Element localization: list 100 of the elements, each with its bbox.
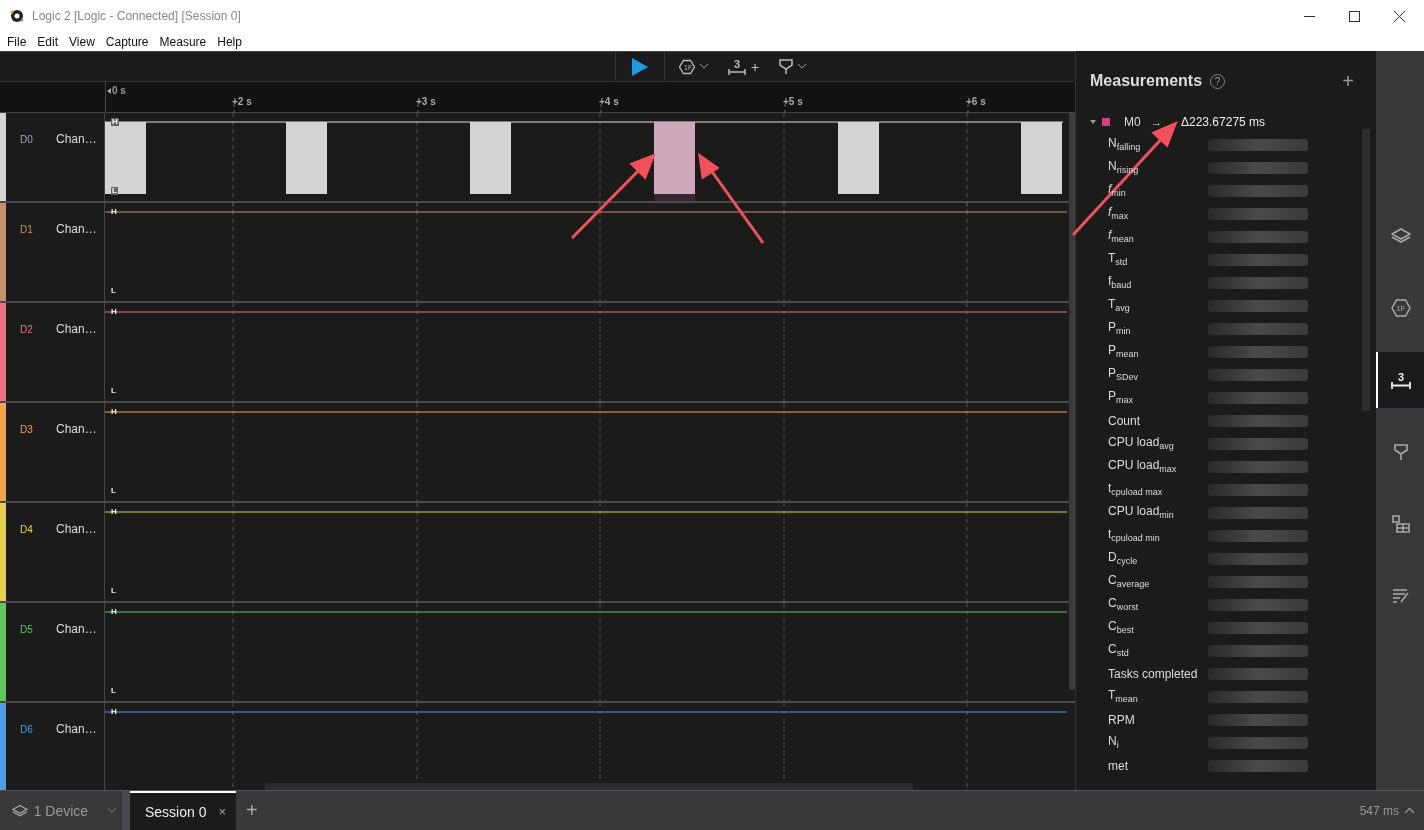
metric-label: f$_{max}$	[1108, 205, 1130, 222]
vertical-scrollbar[interactable]	[1069, 113, 1075, 690]
funnel-icon	[779, 58, 794, 75]
menu-item[interactable]: View	[69, 34, 95, 49]
channel-id: D4	[20, 524, 34, 535]
low-level-marker: L	[111, 687, 116, 695]
channel-name: Chan…	[56, 422, 97, 436]
timing-label: 547 ms	[1359, 803, 1399, 818]
hexagon-icon	[1391, 299, 1411, 317]
metric-label: T$_{mean}$	[1108, 688, 1139, 705]
add-measurement-button[interactable]: +	[1342, 69, 1354, 93]
metric-label: f$_{min}$	[1108, 182, 1127, 199]
measurement-arrow: →	[1151, 116, 1163, 128]
channel-id: D2	[20, 324, 34, 335]
add-session-button[interactable]: +	[246, 799, 258, 822]
app-logo-icon	[10, 9, 24, 23]
metric-label: Count	[1108, 413, 1142, 428]
metric-label: CPU load$_{min}$	[1108, 504, 1175, 521]
metric-label: N$_{falling}$	[1108, 136, 1142, 153]
session-tab[interactable]: Session 0 ×	[130, 791, 237, 830]
metric-label: N$_{i}$	[1108, 734, 1120, 751]
metric-label: f$_{baud}$	[1108, 274, 1133, 291]
funnel-icon	[1394, 443, 1408, 461]
blocks-icon	[1392, 515, 1410, 533]
time-origin-label: 0 s	[107, 85, 126, 96]
channel-id: D1	[20, 224, 34, 235]
time-tick-label: +2 s	[232, 96, 252, 107]
metric-label: D$_{cycle}$	[1108, 550, 1139, 567]
channel-name: Chan…	[56, 522, 97, 536]
channel-name: Chan…	[56, 132, 97, 146]
metric-label: C$_{std}$	[1108, 642, 1130, 659]
time-tick-label: +6 s	[966, 96, 986, 107]
chevron-down-icon	[108, 808, 116, 813]
chevron-down-icon	[700, 64, 708, 69]
low-level-marker: L	[111, 287, 116, 295]
high-level-marker: H	[111, 608, 117, 616]
menu-item[interactable]: Edit	[37, 34, 59, 49]
metric-label: C$_{worst}$	[1108, 596, 1140, 613]
measurement-name: M0	[1124, 115, 1142, 129]
close-icon[interactable]	[1394, 10, 1405, 22]
metric-label: C$_{average}$	[1108, 573, 1151, 590]
metric-label: RPM	[1108, 712, 1136, 727]
chevron-down-icon	[798, 64, 807, 69]
time-tick-label: +3 s	[416, 96, 436, 107]
maximize-icon[interactable]	[1349, 10, 1360, 22]
hexagon-icon	[679, 58, 695, 75]
panel-title: Measurements	[1090, 72, 1203, 90]
channel-name: Chan…	[56, 722, 97, 736]
channel-name: Chan…	[56, 222, 97, 236]
metric-label: t$_{cpuload min}$	[1108, 527, 1161, 544]
high-level-marker: H	[111, 708, 117, 716]
metric-label: t$_{cpuload max}$	[1108, 481, 1164, 498]
layers-icon	[1391, 228, 1411, 244]
low-level-marker: L	[111, 387, 116, 395]
sidebar-tab[interactable]: 1F	[1376, 280, 1424, 336]
layers-icon	[12, 803, 28, 818]
channel-name: Chan…	[56, 322, 97, 336]
ruler-bracket-icon	[1391, 381, 1411, 389]
metric-label: CPU load$_{max}$	[1108, 458, 1178, 475]
triangle-left-icon	[107, 87, 111, 94]
menu-item[interactable]: File	[7, 34, 27, 49]
metric-label: P$_{max}$	[1108, 389, 1135, 406]
caret-icon[interactable]	[1405, 808, 1414, 813]
metric-label: T$_{std}$	[1108, 251, 1129, 268]
high-level-marker: H	[111, 208, 117, 216]
channel-id: D6	[20, 724, 34, 735]
add-measurement-button[interactable]: 3 +	[722, 58, 766, 75]
metric-label: P$_{min}$	[1108, 320, 1132, 337]
high-level-marker: H	[111, 408, 117, 416]
high-level-marker: H	[111, 308, 117, 316]
ruler-bracket-icon	[728, 68, 746, 75]
metric-label: Tasks completed	[1108, 666, 1199, 681]
low-level-marker: L	[111, 187, 118, 195]
low-level-marker: L	[111, 487, 116, 495]
horizontal-scrollbar[interactable]	[265, 783, 913, 790]
metric-label: f$_{mean}$	[1108, 228, 1135, 245]
play-button[interactable]	[615, 52, 665, 81]
metric-label: met	[1108, 758, 1129, 773]
time-tick-label: +5 s	[783, 96, 803, 107]
metric-label: P$_{SDev}$	[1108, 366, 1140, 383]
play-icon	[632, 57, 648, 76]
metric-label: CPU load$_{avg}$	[1108, 435, 1175, 452]
metric-label: C$_{best}$	[1108, 619, 1135, 636]
channel-name: Chan…	[56, 622, 97, 636]
notes-pencil-icon	[1392, 588, 1410, 604]
high-level-marker: H	[111, 118, 119, 126]
high-level-marker: H	[111, 508, 117, 516]
low-level-marker: L	[111, 587, 116, 595]
menu-item[interactable]: Measure	[159, 34, 207, 49]
measurement-value: Δ223.67275 ms	[1181, 115, 1266, 129]
channel-id: D5	[20, 624, 34, 635]
sidebar-tab[interactable]: 3	[1376, 352, 1424, 408]
time-tick-label: +4 s	[599, 96, 619, 107]
window-title: Logic 2 [Logic - Connected] [Session 0]	[32, 9, 241, 23]
expand-caret-icon[interactable]	[1090, 119, 1096, 125]
menu-item[interactable]: Capture	[105, 34, 149, 49]
channel-id: D3	[20, 424, 34, 435]
channel-id: D0	[20, 134, 34, 145]
metric-label: P$_{mean}$	[1108, 343, 1140, 360]
menu-item[interactable]: Help	[217, 34, 242, 49]
